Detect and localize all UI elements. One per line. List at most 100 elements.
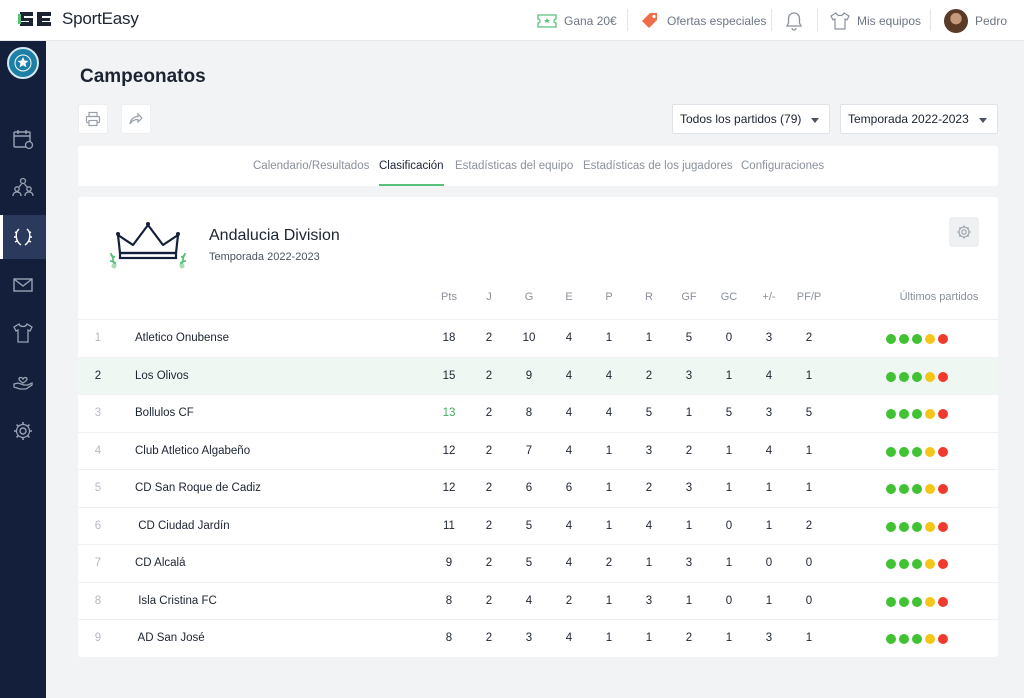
played-cell: 2	[485, 557, 493, 569]
divider	[930, 9, 931, 31]
last-matches-form	[886, 446, 948, 457]
result-dot	[912, 446, 922, 457]
last-matches-form	[886, 521, 948, 532]
notifications-button[interactable]	[785, 0, 810, 41]
team-name[interactable]: CD San Roque de Cadiz	[135, 470, 355, 508]
brand-logo[interactable]: SportEasy	[18, 9, 139, 29]
rank-cell: 2	[94, 369, 102, 382]
gear-icon	[957, 225, 971, 239]
sidebar-item-team[interactable]	[0, 311, 46, 355]
sidebar-item-sponsors[interactable]	[0, 359, 46, 403]
club-badge[interactable]	[7, 47, 39, 79]
table-row[interactable]: 3 Bollulos CF 13 2 8 4 4 5 1 5 3 5	[78, 394, 998, 432]
matches-filter-select[interactable]: Todos los partidos (79)	[672, 104, 830, 134]
table-row[interactable]: 7 CD Alcalá 9 2 5 4 2 1 3 1 0 0	[78, 544, 998, 582]
tab-player-stats[interactable]: Estadísticas de los jugadores	[583, 146, 733, 186]
r-cell: 5	[645, 407, 653, 419]
sidebar-item-settings[interactable]	[0, 409, 46, 453]
won-cell: 7	[525, 444, 533, 457]
result-dot	[886, 596, 896, 607]
result-dot	[938, 334, 948, 344]
goals-for-cell: 1	[685, 519, 693, 532]
team-name[interactable]: CD Ciudad Jardín	[135, 508, 355, 546]
sidebar-item-calendar[interactable]	[0, 117, 46, 161]
result-dot	[899, 409, 909, 419]
result-dot	[886, 521, 896, 532]
my-teams-link[interactable]: Mis equipos	[830, 0, 921, 41]
played-cell: 2	[485, 519, 493, 532]
result-dot	[925, 334, 935, 344]
rank-cell: 7	[94, 557, 102, 569]
bell-icon	[785, 11, 803, 31]
won-cell: 10	[522, 332, 536, 344]
result-dot	[886, 446, 896, 457]
offers-link[interactable]: Ofertas especiales	[640, 0, 766, 41]
column-header-goals-against: GC	[720, 291, 738, 303]
drawn-cell: 4	[565, 407, 573, 419]
result-dot	[886, 371, 896, 382]
pf-p-cell: 1	[805, 369, 813, 382]
sidebar-item-messages[interactable]	[0, 263, 46, 307]
goal-diff-cell: 1	[765, 519, 773, 532]
result-dot	[912, 334, 922, 344]
offers-label: Ofertas especiales	[667, 13, 767, 28]
tab-settings[interactable]: Configuraciones	[741, 146, 824, 186]
table-row[interactable]: 2 Los Olivos 15 2 9 4 4 2 3 1 4 1	[78, 356, 998, 396]
team-name[interactable]: Club Atletico Algabeño	[135, 433, 355, 471]
tab-standings[interactable]: Clasificación	[379, 146, 444, 186]
played-cell: 2	[485, 482, 493, 494]
user-menu[interactable]: Pedro	[944, 0, 1007, 41]
team-name[interactable]: CD Alcalá	[135, 545, 355, 583]
pts-cell: 18	[442, 332, 456, 344]
result-dot	[925, 634, 935, 644]
result-dot	[938, 484, 948, 494]
result-dot	[899, 521, 909, 532]
team-name[interactable]: Atletico Onubense	[135, 320, 355, 358]
sidebar-item-championships[interactable]	[0, 215, 46, 259]
r-cell: 3	[645, 594, 653, 607]
result-dot	[912, 521, 922, 532]
table-row[interactable]: 9 AD San José 8 2 3 4 1 1 2 1 3 1	[78, 619, 998, 657]
divider	[771, 9, 772, 31]
rank-cell: 8	[94, 594, 102, 607]
tab-calendar-results[interactable]: Calendario/Resultados	[253, 146, 369, 186]
table-row[interactable]: 1 Atletico Onubense 18 2 10 4 1 1 5 0 3 2	[78, 319, 998, 357]
result-dot	[925, 559, 935, 569]
tab-team-stats[interactable]: Estadísticas del equipo	[455, 146, 573, 186]
star-icon	[14, 54, 32, 72]
last-matches-form	[886, 371, 948, 382]
team-name[interactable]: Los Olivos	[135, 358, 355, 396]
division-settings-button[interactable]	[949, 217, 979, 247]
table-row[interactable]: 5 CD San Roque de Cadiz 12 2 6 6 1 2 3 1 1 1	[78, 469, 998, 507]
result-dot	[899, 371, 909, 382]
result-dot	[938, 559, 948, 569]
team-name[interactable]: AD San José	[135, 620, 355, 658]
share-button[interactable]	[121, 104, 151, 134]
team-name[interactable]: Bollulos CF	[135, 395, 355, 433]
lost-cell: 1	[605, 519, 613, 532]
rank-cell: 9	[94, 632, 102, 644]
pf-p-cell: 5	[805, 407, 813, 419]
team-name[interactable]: Isla Cristina FC	[135, 583, 355, 621]
drawn-cell: 4	[565, 444, 573, 457]
standings-card: Andalucia Division Temporada 2022-2023 P…	[78, 197, 998, 657]
season-filter-select[interactable]: Temporada 2022-2023	[840, 104, 998, 134]
print-button[interactable]	[78, 104, 108, 134]
table-row[interactable]: 8 Isla Cristina FC 8 2 4 2 1 3 1 0 1 0	[78, 581, 998, 621]
brand-name: SportEasy	[62, 9, 139, 28]
jersey-icon	[13, 323, 33, 343]
jersey-icon	[830, 11, 850, 30]
result-dot	[912, 484, 922, 494]
table-row[interactable]: 6 CD Ciudad Jardín 11 2 5 4 1 4 1 0 1 2	[78, 506, 998, 546]
division-title: Andalucia Division	[209, 227, 340, 244]
r-cell: 1	[645, 632, 653, 644]
drawn-cell: 4	[565, 369, 573, 382]
sidebar-item-members[interactable]	[0, 165, 46, 209]
drawn-cell: 4	[565, 632, 573, 644]
column-header-lost: P	[605, 291, 613, 303]
goals-for-cell: 1	[685, 407, 693, 419]
earn-link[interactable]: Gana 20€	[537, 0, 617, 41]
tab-bar: Calendario/Resultados Clasificación Esta…	[78, 146, 998, 186]
table-row[interactable]: 4 Club Atletico Algabeño 12 2 7 4 1 3 2 1 4 1	[78, 431, 998, 471]
rank-cell: 1	[94, 332, 102, 344]
